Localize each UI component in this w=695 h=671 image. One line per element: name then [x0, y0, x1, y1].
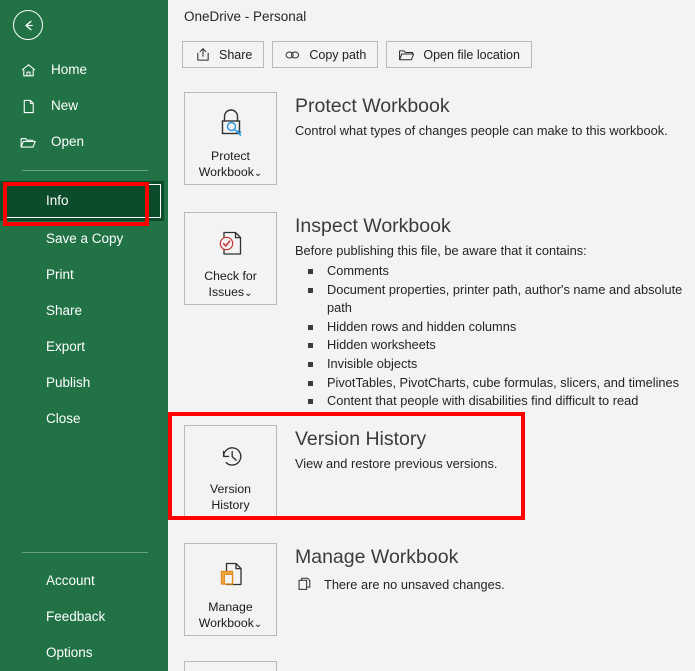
- back-arrow-icon[interactable]: [13, 10, 43, 40]
- sidebar-item-info[interactable]: Info: [0, 181, 164, 221]
- protect-workbook-button-label: ProtectWorkbook⌄: [199, 148, 263, 182]
- sidebar-nav-bottom: Account Feedback Options: [0, 542, 168, 671]
- copy-path-button-label: Copy path: [309, 48, 366, 62]
- sidebar-item-home[interactable]: Home: [0, 52, 168, 88]
- new-document-icon: [17, 95, 39, 117]
- list-item: Hidden worksheets: [295, 336, 695, 355]
- sidebar-item-feedback[interactable]: Feedback: [0, 599, 168, 635]
- share-icon: [194, 47, 211, 63]
- excel-backstage-view: Home New Open: [0, 0, 695, 671]
- partial-next-section-button[interactable]: [184, 661, 277, 671]
- manage-workbook-section: ManageWorkbook⌄ Manage Workbook There ar…: [184, 543, 505, 636]
- sidebar-item-account[interactable]: Account: [0, 563, 168, 599]
- home-icon: [17, 59, 39, 81]
- list-item: Document properties, printer path, autho…: [295, 281, 695, 318]
- document-check-icon: [209, 224, 253, 264]
- section-description: View and restore previous versions.: [295, 455, 497, 473]
- protect-workbook-section: ProtectWorkbook⌄ Protect Workbook Contro…: [184, 92, 668, 185]
- sidebar-item-label: Export: [46, 340, 85, 355]
- chevron-down-icon: ⌄: [244, 288, 252, 299]
- sidebar-nav: Home New Open: [0, 52, 168, 437]
- list-item: Comments: [295, 262, 695, 281]
- sidebar-item-label: Options: [46, 646, 93, 661]
- folder-icon: [398, 47, 415, 63]
- section-description: Before publishing this file, be aware th…: [295, 242, 695, 260]
- open-file-location-button-label: Open file location: [423, 48, 520, 62]
- sidebar-item-label: Feedback: [46, 610, 105, 625]
- manage-workbook-body: Manage Workbook There are no unsaved cha…: [295, 543, 505, 593]
- sidebar-item-label: Publish: [46, 376, 90, 391]
- share-button[interactable]: Share: [182, 41, 264, 68]
- protect-workbook-button[interactable]: ProtectWorkbook⌄: [184, 92, 277, 185]
- list-item: Content that people with disabilities fi…: [295, 392, 695, 411]
- share-button-label: Share: [219, 48, 252, 62]
- version-history-button[interactable]: VersionHistory: [184, 425, 277, 518]
- backstage-sidebar: Home New Open: [0, 0, 168, 671]
- list-item: Invisible objects: [295, 355, 695, 374]
- list-item: Hidden rows and hidden columns: [295, 318, 695, 337]
- protect-workbook-body: Protect Workbook Control what types of c…: [295, 92, 668, 140]
- sidebar-divider-bottom: [22, 552, 148, 553]
- version-history-button-label: VersionHistory: [210, 481, 251, 513]
- sidebar-item-print[interactable]: Print: [0, 257, 168, 293]
- clock-history-icon: [209, 437, 253, 477]
- version-history-body: Version History View and restore previou…: [295, 425, 497, 473]
- sidebar-item-new[interactable]: New: [0, 88, 168, 124]
- version-history-section: VersionHistory Version History View and …: [184, 425, 497, 518]
- section-title: Manage Workbook: [295, 545, 505, 570]
- link-icon: [284, 47, 301, 63]
- sidebar-item-share[interactable]: Share: [0, 293, 168, 329]
- copy-path-button[interactable]: Copy path: [272, 41, 378, 68]
- document-location: OneDrive - Personal: [184, 9, 306, 24]
- sidebar-item-options[interactable]: Options: [0, 635, 168, 671]
- sidebar-item-label: Share: [46, 304, 82, 319]
- chevron-down-icon: ⌄: [254, 168, 262, 179]
- inspect-issue-list: Comments Document properties, printer pa…: [295, 262, 695, 411]
- manage-workbook-button-label: ManageWorkbook⌄: [199, 599, 263, 633]
- sidebar-item-label: Print: [46, 268, 74, 283]
- chevron-down-icon: ⌄: [254, 619, 262, 630]
- sidebar-item-label: Home: [51, 63, 87, 78]
- manage-workbook-button[interactable]: ManageWorkbook⌄: [184, 543, 277, 636]
- sidebar-item-export[interactable]: Export: [0, 329, 168, 365]
- unsaved-changes-icon: [295, 575, 315, 593]
- sidebar-item-label: Close: [46, 412, 81, 427]
- unsaved-changes-status: There are no unsaved changes.: [295, 575, 505, 593]
- check-for-issues-button-label: Check forIssues⌄: [204, 268, 257, 302]
- status-text: There are no unsaved changes.: [324, 577, 505, 592]
- sidebar-divider-top: [22, 170, 148, 171]
- sidebar-item-label: New: [51, 99, 78, 114]
- section-description: Control what types of changes people can…: [295, 122, 668, 140]
- section-title: Version History: [295, 427, 497, 452]
- inspect-workbook-body: Inspect Workbook Before publishing this …: [295, 212, 695, 411]
- sidebar-item-label: Open: [51, 135, 84, 150]
- lock-with-key-icon: [209, 104, 253, 144]
- sidebar-item-label: Account: [46, 574, 95, 589]
- document-versions-icon: [209, 555, 253, 595]
- sidebar-item-label: Save a Copy: [46, 232, 123, 247]
- sidebar-item-label: Info: [46, 194, 69, 209]
- inspect-workbook-section: Check forIssues⌄ Inspect Workbook Before…: [184, 212, 695, 411]
- section-title: Inspect Workbook: [295, 214, 695, 239]
- open-file-location-button[interactable]: Open file location: [386, 41, 532, 68]
- sidebar-item-save-a-copy[interactable]: Save a Copy: [0, 221, 168, 257]
- check-for-issues-button[interactable]: Check forIssues⌄: [184, 212, 277, 305]
- sidebar-item-open[interactable]: Open: [0, 124, 168, 160]
- info-pane: OneDrive - Personal Share: [168, 0, 695, 671]
- section-title: Protect Workbook: [295, 94, 668, 119]
- list-item: PivotTables, PivotCharts, cube formulas,…: [295, 374, 695, 393]
- open-folder-icon: [17, 131, 39, 153]
- sidebar-item-close[interactable]: Close: [0, 401, 168, 437]
- sidebar-item-publish[interactable]: Publish: [0, 365, 168, 401]
- info-toolbar: Share Copy path Open f: [182, 41, 532, 68]
